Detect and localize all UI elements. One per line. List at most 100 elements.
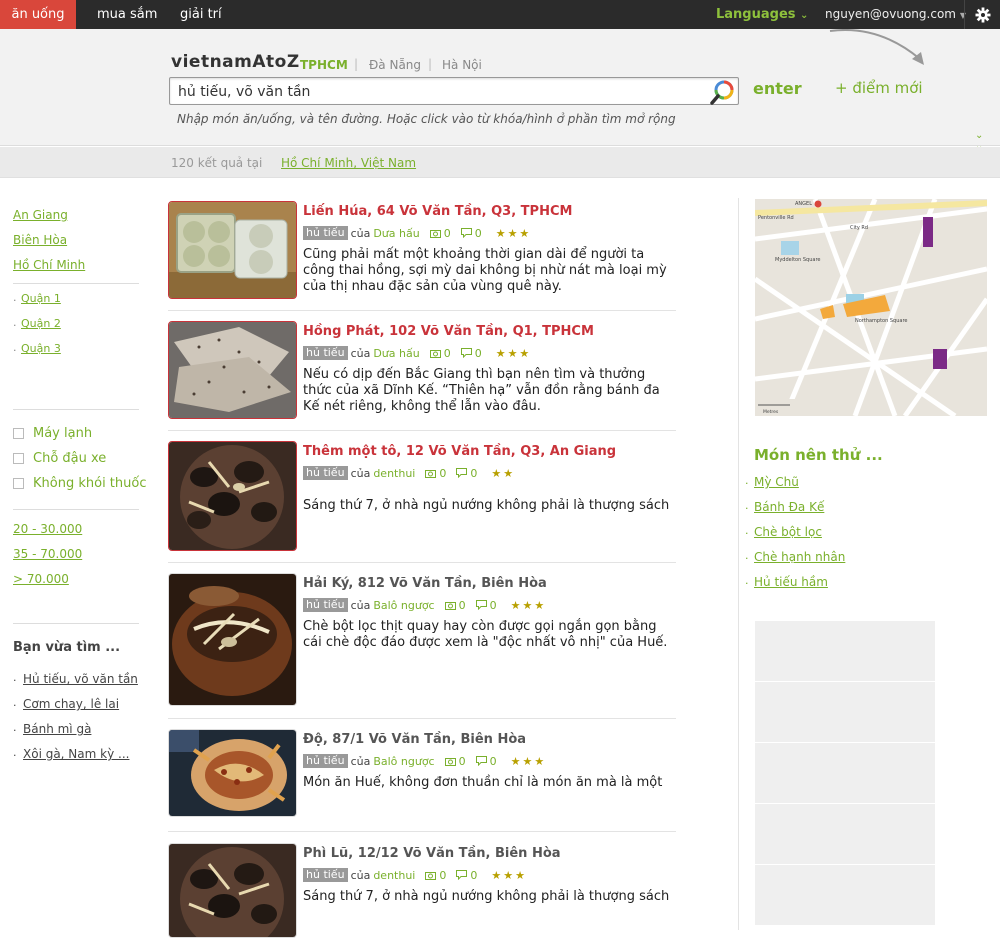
result-title-link[interactable]: Phì Lũ, 12/12 Võ Văn Tần, Biên Hòa [303,846,561,861]
author-link[interactable]: denthui [373,869,415,882]
comment-count[interactable]: 0 [456,467,477,480]
district-link[interactable]: Quận 3 [21,342,61,355]
enter-button[interactable]: enter [753,79,802,98]
category-tag[interactable]: hủ tiếu [303,868,348,882]
bullet: . [13,291,17,304]
district-link[interactable]: Quận 1 [21,292,61,305]
search-hint: Nhập món ăn/uống, và tên đường. Hoặc cli… [177,112,676,126]
location-map[interactable]: ANGEL Pentonville Rd City Rd Myddelton S… [755,199,987,416]
recommended-link[interactable]: Chè hạnh nhân [754,550,845,564]
food-photo[interactable] [168,441,297,551]
photo-count[interactable]: 0 [444,599,466,612]
district-link[interactable]: Quận 2 [21,317,61,330]
filter-no-smoking[interactable]: Không khói thuốc [13,476,146,491]
author-link[interactable]: Balô ngược [373,599,434,612]
result-title-link[interactable]: Hải Ký, 812 Võ Văn Tần, Biên Hòa [303,576,547,591]
checkbox[interactable] [13,453,24,464]
languages-menu[interactable]: Languages ⌄ [716,0,808,30]
divider [168,430,676,431]
checkbox[interactable] [13,478,24,489]
price-link[interactable]: > 70.000 [13,572,69,586]
city-tphcm[interactable]: TPHCM [300,58,348,72]
camera-icon [425,871,437,880]
result-description: Sáng thứ 7, ở nhà ngủ nướng không phải l… [303,889,670,904]
food-photo[interactable] [168,201,297,299]
result-meta: hủ tiếu của Balô ngược 0 0 ★★★ [303,598,546,612]
result-meta: hủ tiếu của Balô ngược 0 0 ★★★ [303,754,546,768]
recommended-link[interactable]: Chè bột lọc [754,525,822,539]
comment-count[interactable]: 0 [456,869,477,882]
food-photo[interactable] [168,729,297,817]
ad-slot[interactable] [755,743,935,803]
recommended-link[interactable]: Bánh Đa Kế [754,500,824,514]
recent-search-link[interactable]: Bánh mì gà [23,722,91,736]
chevron-down-icon: ⌄ [800,10,809,21]
food-photo[interactable] [168,843,297,938]
filter-label: Không khói thuốc [33,476,147,491]
recommended-link[interactable]: Hủ tiếu hầm [754,575,828,589]
result-title-link[interactable]: Thêm một tô, 12 Võ Văn Tần, Q3, An Giang [303,444,616,459]
camera-icon [429,349,441,358]
food-photo[interactable] [168,573,297,706]
result-title-link[interactable]: Liến Húa, 64 Võ Văn Tần, Q3, TPHCM [303,204,572,219]
recent-search-link[interactable]: Cơm chay, lê lai [23,697,119,711]
recent-search-link[interactable]: Hủ tiếu, võ văn tần [23,672,138,686]
comment-count[interactable]: 0 [460,347,482,360]
ad-slot[interactable] [755,621,935,681]
filter-parking[interactable]: Chỗ đậu xe [13,451,106,466]
results-location-link[interactable]: Hồ Chí Minh, Việt Nam [281,156,416,170]
search-input[interactable] [178,82,698,102]
category-tag[interactable]: hủ tiếu [303,226,348,240]
author-link[interactable]: Balô ngược [373,755,434,768]
category-tag[interactable]: hủ tiếu [303,598,348,612]
divider [13,509,139,510]
site-logo[interactable]: vietnamAtoZ [171,52,300,72]
bullet: . [745,499,749,512]
photo-count[interactable]: 0 [429,227,451,240]
comment-count[interactable]: 0 [475,599,497,612]
filter-air-conditioning[interactable]: Máy lạnh [13,426,92,441]
ad-slot[interactable] [755,804,935,864]
city-da-nang[interactable]: Đà Nẵng [369,58,421,72]
photo-count[interactable]: 0 [425,467,446,480]
author-link[interactable]: Dưa hấu [373,227,419,240]
add-place-button[interactable]: + điểm mới [835,79,923,97]
category-tag[interactable]: hủ tiếu [303,466,348,480]
search-box [169,77,739,105]
province-link[interactable]: Hồ Chí Minh [13,258,85,272]
tab-mua-sam[interactable]: mua sắm [87,0,167,29]
category-tag[interactable]: hủ tiếu [303,754,348,768]
ad-slot[interactable] [755,682,935,742]
photo-count[interactable]: 0 [444,755,466,768]
photo-count[interactable]: 0 [425,869,446,882]
checkbox[interactable] [13,428,24,439]
price-link[interactable]: 20 - 30.000 [13,522,82,536]
rating-stars: ★★★ [491,868,527,882]
search-icon[interactable] [710,79,736,105]
result-title-link[interactable]: Hồng Phát, 102 Võ Văn Tần, Q1, TPHCM [303,324,594,339]
author-link[interactable]: Dưa hấu [373,347,419,360]
comment-count[interactable]: 0 [460,227,482,240]
ad-slot[interactable] [755,865,935,925]
tab-an-uong[interactable]: ăn uống [0,0,76,29]
comment-count[interactable]: 0 [475,755,497,768]
photo-count[interactable]: 0 [429,347,451,360]
author-link[interactable]: denthui [373,467,415,480]
recommended-link[interactable]: Mỳ Chũ [754,475,799,489]
province-link[interactable]: Biên Hòa [13,233,67,247]
search-header: vietnamAtoZ TPHCM | Đà Nẵng | Hà Nội ent… [0,29,1000,152]
recent-search-link[interactable]: Xôi gà, Nam kỳ ... [23,747,129,761]
tab-giai-tri[interactable]: giải trí [170,0,232,29]
result-item: Hải Ký, 812 Võ Văn Tần, Biên Hòa hủ tiếu… [168,573,676,708]
comment-icon [475,600,487,610]
result-title-link[interactable]: Độ, 87/1 Võ Văn Tần, Biên Hòa [303,732,526,747]
food-photo[interactable] [168,321,297,419]
settings-button[interactable] [964,0,1000,29]
price-link[interactable]: 35 - 70.000 [13,547,82,561]
province-link[interactable]: An Giang [13,208,68,222]
result-meta: hủ tiếu của denthui 0 0 ★★★ [303,868,527,882]
category-tag[interactable]: hủ tiếu [303,346,348,360]
city-ha-noi[interactable]: Hà Nội [442,58,482,72]
comment-icon [475,756,487,766]
user-menu[interactable]: nguyen@ovuong.com ▼ [825,0,966,30]
